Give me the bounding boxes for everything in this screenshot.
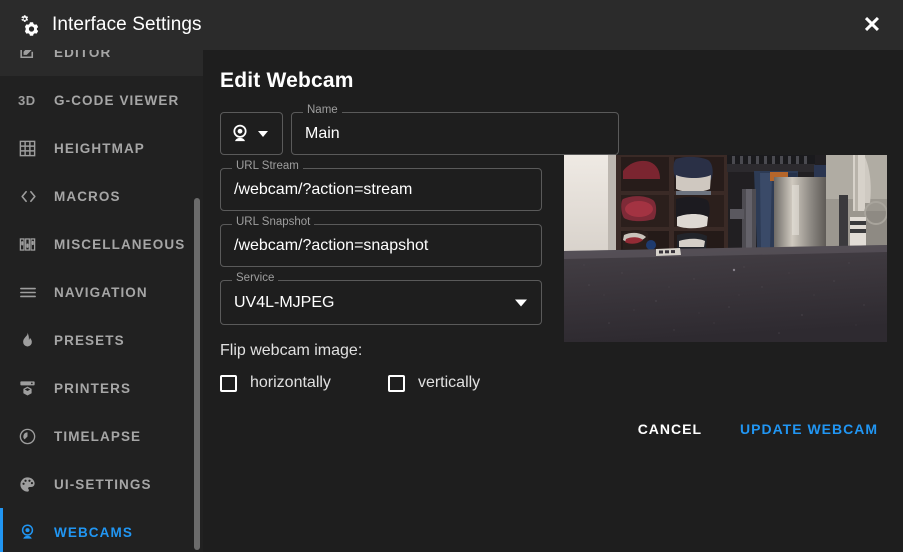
url-snapshot-field-label: URL Snapshot: [232, 216, 315, 229]
dialog-title: Interface Settings: [52, 14, 202, 35]
sidebar-item-label: TIMELAPSE: [54, 428, 142, 444]
name-field-value: Main: [305, 124, 340, 142]
sidebar-item-label: G-CODE VIEWER: [54, 92, 180, 108]
grid-icon: [18, 136, 44, 160]
editor-icon: [18, 50, 44, 64]
sliders-icon: [18, 232, 44, 256]
sidebar-item-macros[interactable]: MACROS: [0, 172, 203, 220]
sidebar-item-miscellaneous[interactable]: MISCELLANEOUS: [0, 220, 203, 268]
sidebar-item-printers[interactable]: PRINTERS: [0, 364, 203, 412]
sidebar-item-ui-settings[interactable]: UI-SETTINGS: [0, 460, 203, 508]
chevron-down-icon: [258, 130, 268, 137]
url-stream-field-label: URL Stream: [232, 160, 303, 173]
palette-icon: [18, 472, 44, 496]
sidebar-item-webcams[interactable]: WEBCAMS: [0, 508, 203, 552]
sidebar-item-label: PRINTERS: [54, 380, 132, 396]
printer-3d-icon: [18, 376, 44, 400]
checkbox-box[interactable]: [220, 374, 237, 392]
sidebar-item-presets[interactable]: PRESETS: [0, 316, 203, 364]
edit-webcam-panel: Edit Webcam Name Main URL Stream /webcam…: [203, 50, 903, 552]
sidebar-item-label: UI-SETTINGS: [54, 476, 152, 492]
sidebar-item-navigation[interactable]: NAVIGATION: [0, 268, 203, 316]
sidebar-item-label: HEIGHTMAP: [54, 140, 145, 156]
code-brackets-icon: [18, 184, 44, 208]
flip-vertically-label: vertically: [417, 374, 481, 391]
name-field-label: Name: [303, 104, 342, 117]
url-snapshot-field-value: /webcam/?action=snapshot: [234, 236, 429, 254]
hamburger-icon: [18, 280, 44, 304]
cancel-button[interactable]: CANCEL: [630, 413, 710, 445]
flip-horizontally-checkbox[interactable]: horizontally: [220, 374, 331, 392]
dialog-titlebar: Interface Settings ✕: [0, 0, 903, 50]
gears-icon: [16, 12, 42, 38]
flame-icon: [18, 328, 44, 352]
webcam-preview: [564, 155, 887, 342]
sidebar-item-editor[interactable]: EDITOR: [0, 50, 203, 76]
sidebar-item-label: NAVIGATION: [54, 284, 148, 300]
flip-section-label: Flip webcam image:: [220, 342, 363, 359]
settings-sidebar[interactable]: EDITOR 3D G-CODE VIEWER HEIGHTMAP MACROS…: [0, 50, 203, 552]
service-select[interactable]: Service UV4L-MJPEG: [220, 272, 542, 325]
flip-horizontally-label: horizontally: [250, 374, 331, 391]
checkbox-box[interactable]: [387, 374, 405, 392]
sidebar-item-timelapse[interactable]: TIMELAPSE: [0, 412, 203, 460]
update-webcam-button[interactable]: UPDATE WEBCAM: [732, 413, 886, 445]
sidebar-item-label: EDITOR: [54, 50, 112, 60]
flip-checkbox-row: horizontally vertically: [220, 374, 480, 392]
sidebar-item-heightmap[interactable]: HEIGHTMAP: [0, 124, 203, 172]
sidebar-scrollbar[interactable]: [194, 198, 200, 550]
sidebar-item-label: MACROS: [54, 188, 121, 204]
sidebar-item-label: PRESETS: [54, 332, 125, 348]
service-select-value: UV4L-MJPEG: [234, 293, 335, 311]
sidebar-scrollbar-thumb[interactable]: [194, 198, 200, 550]
webcam-icon: [229, 123, 251, 145]
service-select-label: Service: [232, 272, 279, 285]
url-stream-field-value: /webcam/?action=stream: [234, 180, 413, 198]
url-snapshot-field[interactable]: URL Snapshot /webcam/?action=snapshot: [220, 216, 542, 267]
sidebar-item-g-code-viewer[interactable]: 3D G-CODE VIEWER: [0, 76, 203, 124]
sidebar-list: EDITOR 3D G-CODE VIEWER HEIGHTMAP MACROS…: [0, 50, 203, 552]
sidebar-item-label: WEBCAMS: [54, 524, 133, 540]
url-stream-field[interactable]: URL Stream /webcam/?action=stream: [220, 160, 542, 211]
gcode-3d-icon: 3D: [18, 92, 36, 108]
timelapse-icon: [18, 424, 44, 448]
page-title: Edit Webcam: [220, 69, 354, 92]
chevron-down-icon: [515, 299, 527, 306]
flip-vertically-checkbox[interactable]: vertically: [387, 374, 481, 392]
webcam-type-select[interactable]: [220, 112, 283, 155]
name-field[interactable]: Name Main: [291, 104, 619, 155]
dialog-actions: CANCEL UPDATE WEBCAM: [630, 413, 886, 445]
sidebar-item-label: MISCELLANEOUS: [54, 236, 186, 252]
interface-settings-dialog: Interface Settings ✕ EDITOR 3D G-CODE VI…: [0, 0, 903, 552]
webcam-icon: [18, 520, 44, 544]
close-icon[interactable]: ✕: [855, 8, 889, 42]
